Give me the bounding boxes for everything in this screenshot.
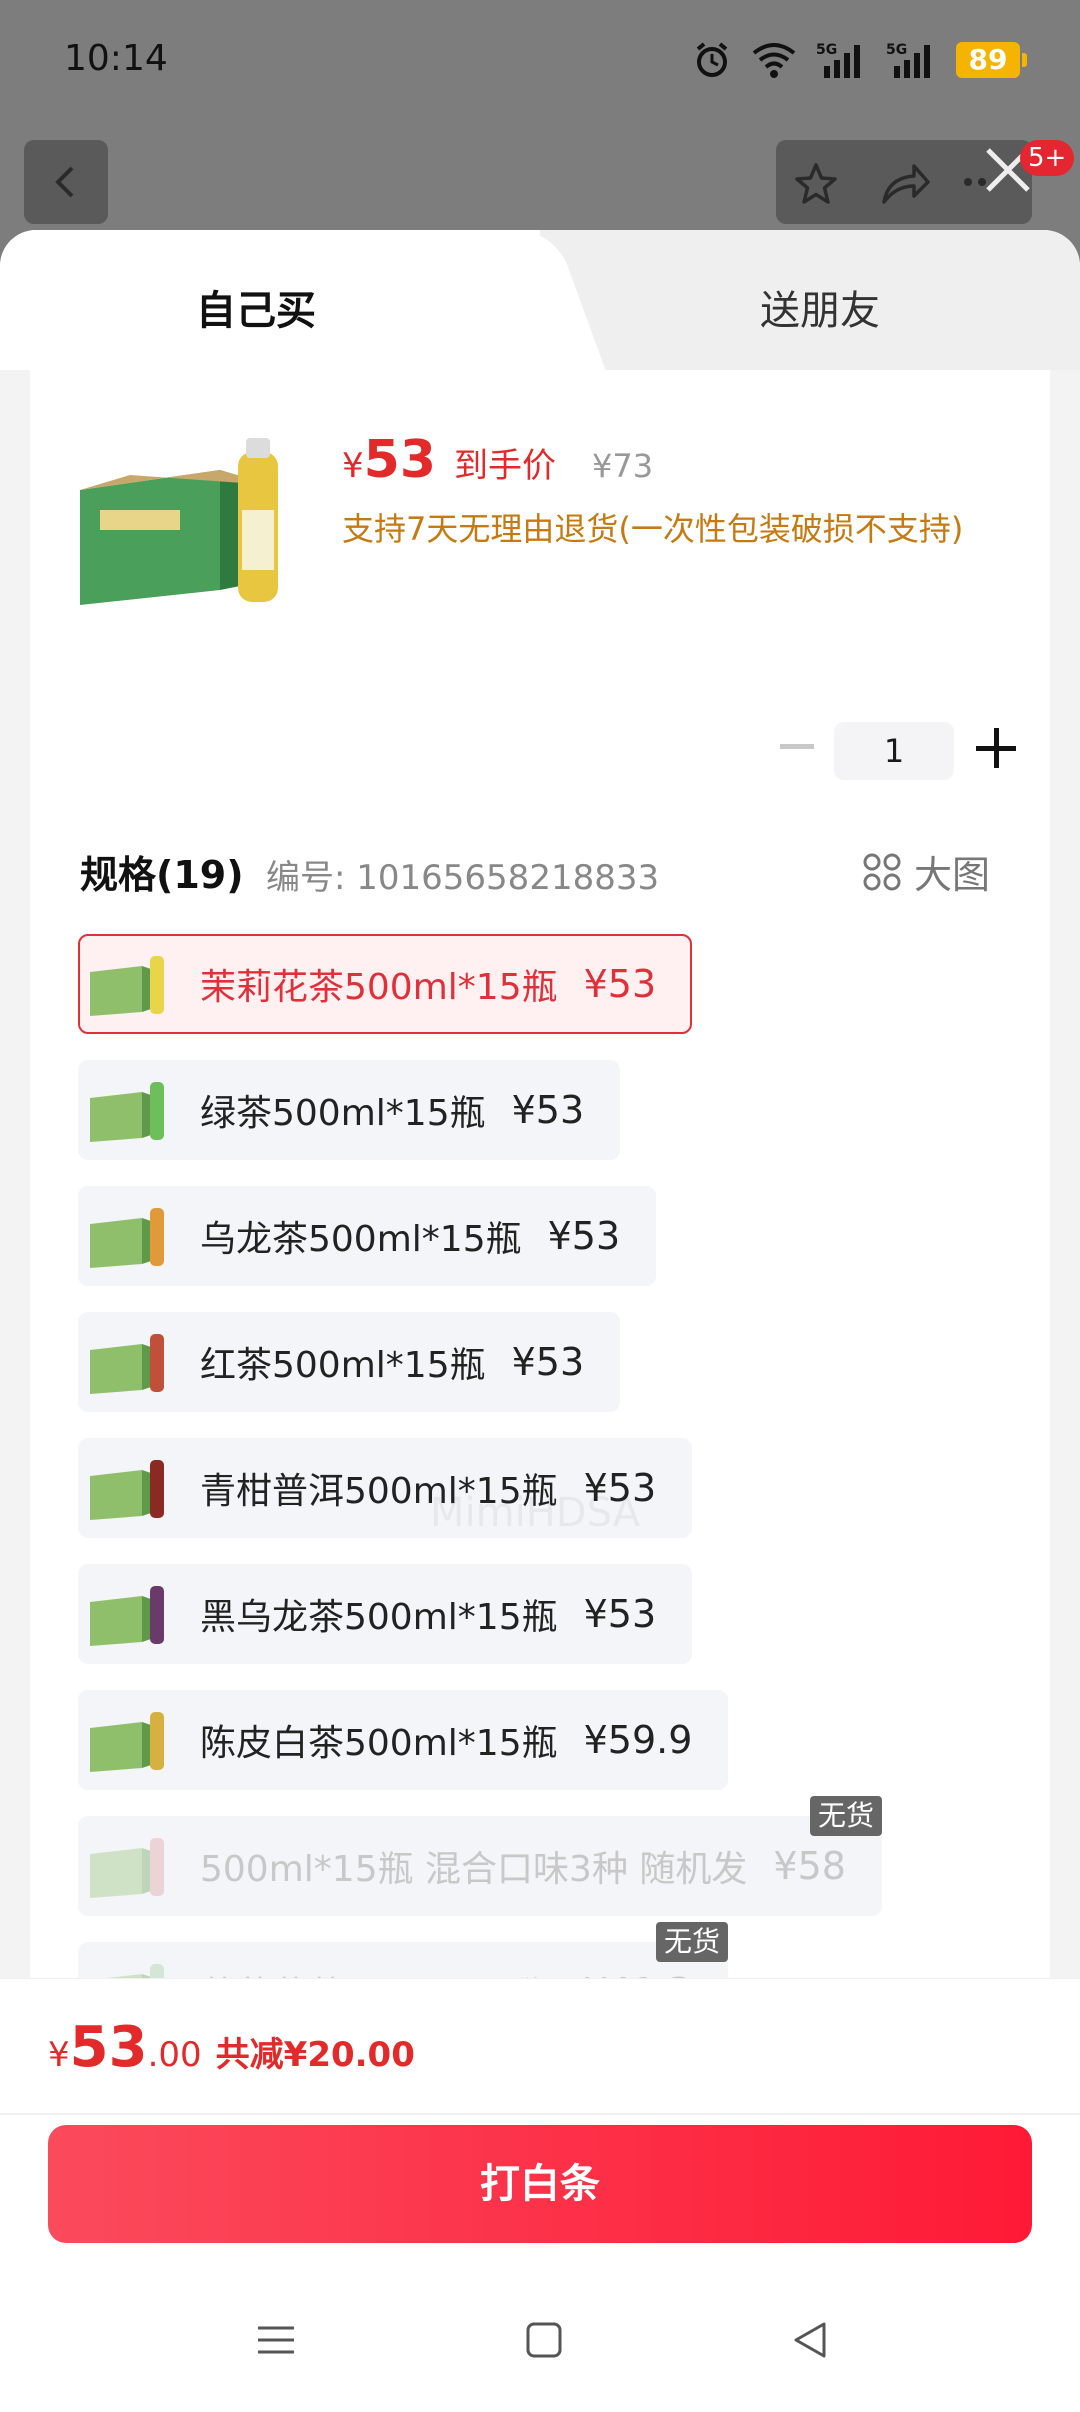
spec-option[interactable]: 乌龙茶500ml*15瓶 ¥53 xyxy=(78,1186,657,1286)
discount-amount: 共减¥20.00 xyxy=(215,2035,415,2075)
battery-indicator: 89 xyxy=(956,42,1027,78)
sheet-edge xyxy=(1050,370,1080,2208)
status-icons: 5G 5G 89 xyxy=(692,36,1027,84)
option-price: ¥53 xyxy=(583,1592,657,1636)
status-bar: 10:14 5G 5G 89 xyxy=(0,0,1080,120)
sheet-content[interactable]: ¥ 53 到手价 ¥73 支持7天无理由退货(一次性包装破损不支持) 1 规格(… xyxy=(30,370,1050,2208)
option-thumbnail xyxy=(90,1460,164,1520)
option-price: ¥58 xyxy=(773,1844,846,1888)
total-price: ¥ 53 .00 共减¥20.00 xyxy=(48,2015,415,2080)
menu-icon[interactable] xyxy=(256,2320,296,2360)
tab-buy-self[interactable]: 自己买 xyxy=(196,278,316,336)
option-name: 黑乌龙茶500ml*15瓶 xyxy=(200,1597,558,1638)
back-nav-icon[interactable] xyxy=(790,2320,830,2360)
grid-icon xyxy=(863,853,901,890)
tab-bar: 自己买 送朋友 xyxy=(0,230,1080,370)
option-name: 茉莉花茶500ml*15瓶 xyxy=(200,967,558,1008)
quantity-decrease-button[interactable] xyxy=(780,744,814,749)
price-tag: 到手价 xyxy=(454,446,557,486)
option-name: 红茶500ml*15瓶 xyxy=(200,1345,486,1386)
system-nav-bar xyxy=(0,2280,1080,2412)
original-price: ¥73 xyxy=(592,447,654,485)
big-image-toggle[interactable]: 大图 xyxy=(862,844,990,899)
big-image-label: 大图 xyxy=(914,853,991,897)
sku-number: 编号: 10165658218833 xyxy=(266,858,660,898)
quantity-increase-button[interactable] xyxy=(976,728,1016,768)
option-thumbnail xyxy=(90,1586,164,1646)
svg-text:5G: 5G xyxy=(816,42,837,58)
option-thumbnail xyxy=(90,1082,164,1142)
option-price: ¥59.9 xyxy=(583,1718,693,1762)
option-name: 乌龙茶500ml*15瓶 xyxy=(200,1219,522,1260)
final-price: 53 xyxy=(363,430,437,490)
back-button[interactable] xyxy=(24,140,108,224)
spec-option: 500ml*15瓶 混合口味3种 随机发 ¥58 xyxy=(78,1816,882,1916)
home-icon[interactable] xyxy=(524,2320,564,2360)
option-price: ¥53 xyxy=(511,1088,585,1132)
notification-badge: 5+ xyxy=(1020,140,1075,176)
return-policy-note: 支持7天无理由退货(一次性包装破损不支持) xyxy=(342,510,964,548)
option-name: 陈皮白茶500ml*15瓶 xyxy=(200,1723,558,1764)
total-decimal: .00 xyxy=(147,2035,202,2075)
share-icon[interactable] xyxy=(880,160,932,208)
wifi-icon xyxy=(752,43,796,78)
total-currency: ¥ xyxy=(48,2035,70,2075)
purchase-sheet: 自己买 送朋友 ¥ 53 到手价 ¥73 支持7天无理由退货(一次性包装破损不支… xyxy=(0,230,1080,2412)
svg-text:5G: 5G xyxy=(886,42,907,58)
spec-option[interactable]: 茉莉花茶500ml*15瓶 ¥53 xyxy=(78,934,693,1034)
option-name: 绿茶500ml*15瓶 xyxy=(200,1093,486,1134)
option-price: ¥53 xyxy=(547,1214,621,1258)
option-thumbnail xyxy=(90,1838,164,1898)
chevron-left-icon xyxy=(55,166,74,198)
divider xyxy=(0,2113,1080,2115)
product-thumbnail[interactable] xyxy=(70,430,320,630)
watermark: MimiHDSA xyxy=(430,1490,641,1536)
spec-option[interactable]: 陈皮白茶500ml*15瓶 ¥59.9 xyxy=(78,1690,729,1790)
option-thumbnail xyxy=(90,956,164,1016)
option-price: ¥53 xyxy=(583,962,657,1006)
option-thumbnail xyxy=(90,1208,164,1268)
pay-with-baitiao-button[interactable]: 打白条 xyxy=(48,2125,1032,2243)
alarm-icon xyxy=(696,42,728,77)
out-of-stock-badge: 无货 xyxy=(810,1796,883,1836)
spec-title: 规格(19) xyxy=(80,853,244,897)
signal-5g-icon: 5G xyxy=(816,42,860,78)
quantity-input[interactable]: 1 xyxy=(834,722,954,780)
option-thumbnail xyxy=(90,1712,164,1772)
option-thumbnail xyxy=(90,1334,164,1394)
spec-option[interactable]: 黑乌龙茶500ml*15瓶 ¥53 xyxy=(78,1564,693,1664)
option-price: ¥53 xyxy=(511,1340,585,1384)
total-integer: 53 xyxy=(69,2015,148,2080)
tab-gift-friend[interactable]: 送朋友 xyxy=(760,278,880,336)
star-icon[interactable] xyxy=(792,160,840,208)
signal-5g-icon: 5G xyxy=(886,42,930,78)
status-time: 10:14 xyxy=(64,38,168,79)
price-currency: ¥ xyxy=(342,446,364,486)
price-line: ¥ 53 到手价 ¥73 xyxy=(342,430,653,490)
out-of-stock-badge: 无货 xyxy=(656,1922,729,1962)
spec-option[interactable]: 红茶500ml*15瓶 ¥53 xyxy=(78,1312,621,1412)
spec-option[interactable]: 绿茶500ml*15瓶 ¥53 xyxy=(78,1060,621,1160)
sheet-edge xyxy=(0,370,30,2208)
option-name: 500ml*15瓶 混合口味3种 随机发 xyxy=(200,1849,748,1890)
